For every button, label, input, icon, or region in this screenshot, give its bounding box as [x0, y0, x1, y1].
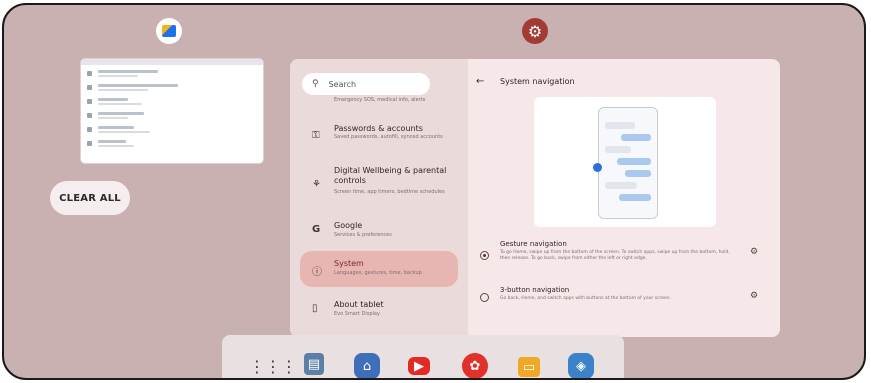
option-description: Go back, Home, and switch apps with butt… — [500, 296, 672, 301]
tablet-icon: ▯ — [312, 303, 318, 314]
files-app-icon[interactable] — [156, 18, 182, 44]
wellbeing-icon: ⚘ — [312, 179, 321, 190]
menu-item-subtitle: Saved passwords, autofill, synced accoun… — [334, 134, 443, 140]
browser-icon[interactable]: ◈ — [568, 353, 594, 378]
gesture-illustration — [534, 97, 716, 227]
search-placeholder: Search — [328, 79, 357, 89]
menu-item-title: About tablet — [334, 300, 384, 309]
key-icon: ⚿ — [312, 130, 320, 141]
gesture-dot — [593, 163, 602, 172]
gear-icon[interactable]: ⚙ — [750, 291, 758, 301]
radio-button-selected[interactable] — [480, 251, 489, 260]
search-icon: ⚲ — [312, 79, 319, 89]
menu-item-subtitle: Evo Smart Display — [334, 311, 380, 317]
menu-item-system[interactable]: ⓘ System Languages, gestures, time, back… — [300, 251, 458, 287]
files-icon[interactable]: ▤ — [304, 353, 324, 375]
menu-item-subtitle: Services & preferences — [334, 232, 392, 238]
device-frame: ⚙ CLEAR ALL ⚲ Search Emergency SOS, medi… — [2, 3, 866, 380]
radio-button[interactable] — [480, 293, 489, 302]
menu-item-subtitle: Screen time, app timers, bedtime schedul… — [334, 189, 445, 195]
search-bar[interactable]: ⚲ Search — [302, 73, 430, 95]
settings-app-card[interactable]: ⚲ Search Emergency SOS, medical info, al… — [290, 59, 780, 337]
search-subtitle: Emergency SOS, medical info, alerts — [334, 97, 426, 103]
menu-item-google[interactable]: G Google Services & preferences — [300, 215, 458, 245]
option-title: Gesture navigation — [500, 240, 567, 248]
files-app-thumbnail[interactable] — [81, 59, 263, 163]
option-3-button-navigation[interactable]: 3-button navigation Go back, Home, and s… — [468, 285, 780, 313]
apps-grid-icon[interactable]: ⋮⋮⋮ — [249, 353, 297, 378]
system-navigation-page: ← System navigation Gesture navigation T… — [468, 59, 780, 337]
taskbar-dock: ⋮⋮⋮ ▤ ⌂ ▶ ✿ ▭ ◈ — [222, 335, 624, 378]
photos-icon[interactable]: ⌂ — [354, 353, 380, 378]
menu-item-subtitle: Languages, gestures, time, backup — [334, 270, 422, 276]
screen-icon[interactable]: ▭ — [518, 357, 540, 377]
clear-all-button[interactable]: CLEAR ALL — [50, 181, 130, 215]
menu-item-title: System — [334, 259, 364, 268]
menu-item-passwords[interactable]: ⚿ Passwords & accounts Saved passwords, … — [300, 119, 458, 151]
option-title: 3-button navigation — [500, 286, 570, 294]
gear-icon[interactable]: ⚙ — [750, 247, 758, 257]
gear-icon[interactable]: ⚙ — [522, 18, 548, 44]
menu-item-about-tablet[interactable]: ▯ About tablet Evo Smart Display — [300, 295, 458, 327]
google-icon: G — [312, 224, 321, 235]
info-icon: ⓘ — [312, 267, 322, 278]
menu-item-title: Passwords & accounts — [334, 124, 423, 133]
arrow-left-icon[interactable]: ← — [476, 76, 484, 87]
phone-illustration — [598, 107, 658, 219]
menu-item-title: Digital Wellbeing & parental controls — [334, 166, 447, 185]
gift-icon[interactable]: ✿ — [462, 353, 488, 378]
recents-screen: ⚙ CLEAR ALL ⚲ Search Emergency SOS, medi… — [0, 0, 871, 383]
youtube-icon[interactable]: ▶ — [408, 357, 430, 375]
menu-item-digital-wellbeing[interactable]: ⚘ Digital Wellbeing & parental controls … — [300, 163, 458, 207]
option-description: To go Home, swipe up from the bottom of … — [500, 250, 730, 261]
menu-item-title: Google — [334, 221, 363, 230]
page-title: System navigation — [500, 77, 575, 86]
settings-menu: ⚲ Search Emergency SOS, medical info, al… — [290, 59, 468, 337]
option-gesture-navigation[interactable]: Gesture navigation To go Home, swipe up … — [468, 237, 780, 277]
